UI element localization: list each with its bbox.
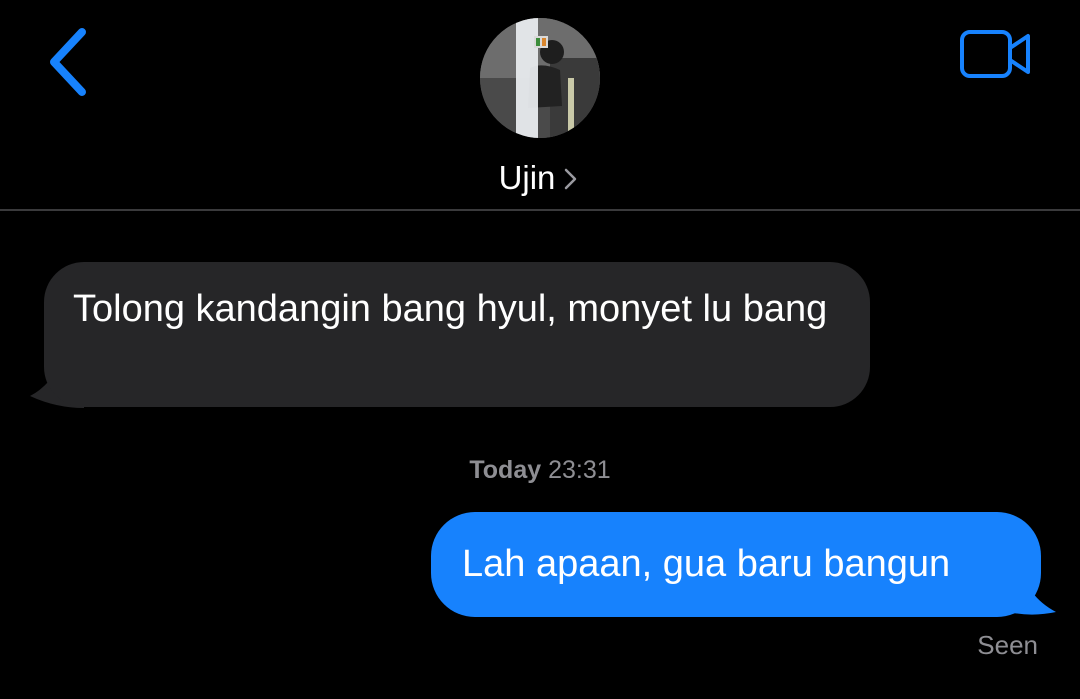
header-divider <box>0 209 1080 211</box>
message-timestamp: Today 23:31 <box>0 456 1080 485</box>
chevron-left-icon <box>50 28 86 96</box>
timestamp-time: 23:31 <box>548 456 611 484</box>
video-call-button[interactable] <box>956 26 1036 82</box>
incoming-message-text: Tolong kandangin bang hyul, monyet lu ba… <box>73 288 828 330</box>
avatar-photo <box>480 18 600 138</box>
contact-name-button[interactable]: Ujin <box>440 156 640 200</box>
back-button[interactable] <box>40 24 100 100</box>
contact-avatar[interactable] <box>480 18 600 138</box>
chevron-right-icon <box>565 168 577 190</box>
outgoing-message-bubble[interactable]: Lah apaan, gua baru bangun <box>431 512 1041 617</box>
incoming-message-bubble[interactable]: Tolong kandangin bang hyul, monyet lu ba… <box>44 262 870 407</box>
conversation-header: Ujin <box>0 0 1080 211</box>
outgoing-message-text: Lah apaan, gua baru bangun <box>462 543 951 585</box>
timestamp-day: Today <box>469 456 542 484</box>
contact-name: Ujin <box>498 159 556 196</box>
video-camera-icon <box>960 30 1030 78</box>
read-receipt: Seen <box>977 630 1038 660</box>
conversation-screen: Ujin Tolong kandangin bang hyul, monyet … <box>0 0 1080 699</box>
